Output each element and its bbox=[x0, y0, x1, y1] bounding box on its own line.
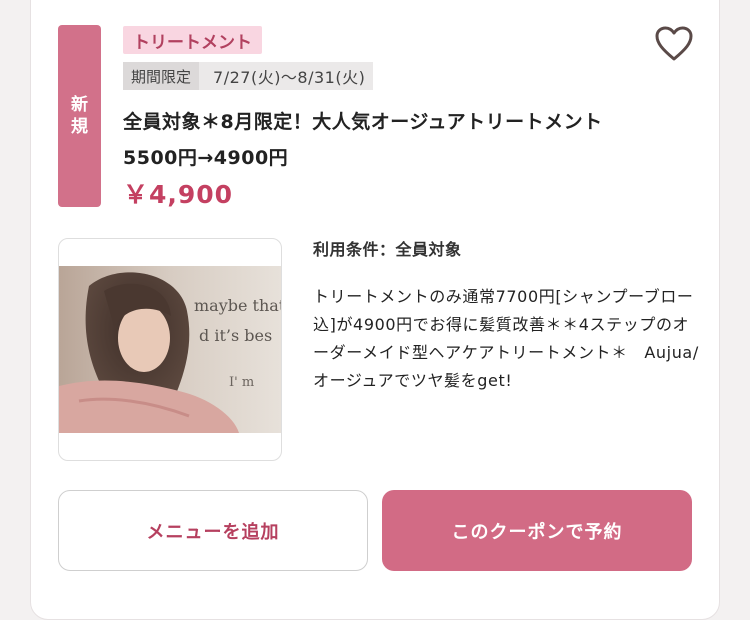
period-dates: 7/27(火)〜8/31(火) bbox=[213, 68, 366, 87]
photo-text-1: maybe that' bbox=[194, 296, 281, 315]
usage-condition: 利用条件：全員対象 bbox=[313, 240, 462, 259]
period-label: 期間限定 bbox=[123, 62, 200, 90]
reserve-coupon-button[interactable]: このクーポンで予約 bbox=[382, 490, 692, 571]
coupon-title: 全員対象＊8月限定！大人気オージュアトリートメント 5500円→4900円 bbox=[123, 111, 623, 169]
add-menu-button[interactable]: メニューを追加 bbox=[58, 490, 368, 571]
category-tag: トリートメント bbox=[123, 26, 262, 54]
coupon-photo: maybe that' d it’s bes I' m bbox=[58, 238, 282, 461]
photo-text-3: I' m bbox=[229, 375, 254, 390]
salon-photo: maybe that' d it’s bes I' m bbox=[59, 266, 281, 433]
coupon-description: トリートメントのみ通常7700円[シャンプーブロー込]が4900円でお得に髪質改… bbox=[313, 287, 699, 390]
new-badge: 新規 bbox=[58, 25, 101, 207]
photo-text-2: d it’s bes bbox=[199, 326, 272, 345]
heart-icon[interactable] bbox=[654, 25, 694, 63]
period-row: 期間限定 7/27(火)〜8/31(火) bbox=[123, 62, 374, 90]
new-badge-label: 新規 bbox=[71, 95, 88, 137]
coupon-price: ￥4,900 bbox=[123, 180, 234, 209]
